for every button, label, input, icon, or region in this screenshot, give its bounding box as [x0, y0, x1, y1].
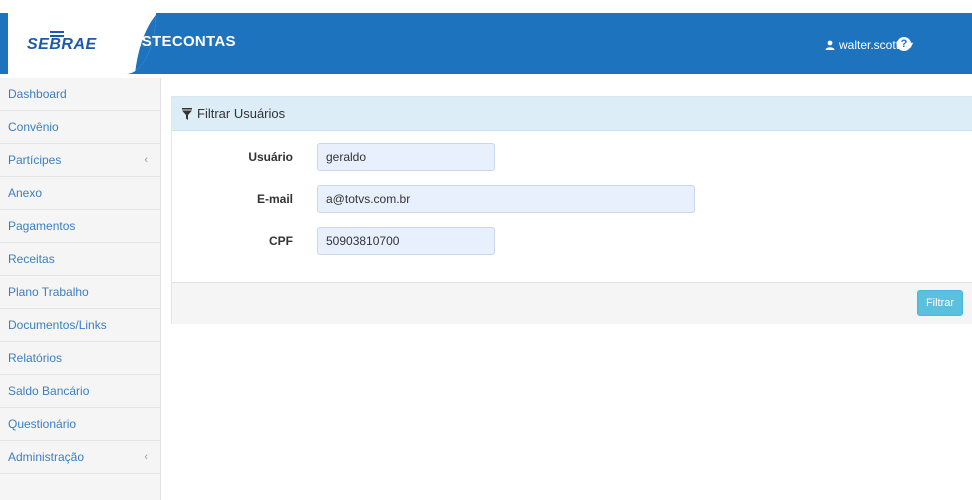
sidebar-item-questionario[interactable]: Questionário [0, 408, 160, 441]
sidebar-item-dashboard[interactable]: Dashboard [0, 78, 160, 111]
cpf-label: CPF [269, 234, 293, 248]
sidebar-item-label: Relatórios [8, 351, 63, 365]
filter-icon [182, 107, 192, 120]
email-row: E-mail [172, 185, 695, 213]
panel-footer: Filtrar [172, 282, 972, 324]
help-icon[interactable]: ? [897, 37, 911, 51]
sidebar-item-plano-trabalho[interactable]: Plano Trabalho [0, 276, 160, 309]
sidebar-item-label: Pagamentos [8, 219, 76, 233]
sidebar-item-label: Anexo [8, 186, 43, 200]
sidebar-item-anexo[interactable]: Anexo [0, 177, 160, 210]
top-navbar: SEBRAE PRESTECONTAS walter.scott ▼ ? [0, 13, 972, 74]
chevron-left-icon: ‹ [144, 451, 148, 463]
sidebar-item-convenio[interactable]: Convênio [0, 111, 160, 144]
email-label: E-mail [256, 192, 293, 206]
sebrae-logo[interactable]: SEBRAE [27, 27, 97, 63]
filter-panel: Filtrar Usuários Usuário E-mail CPF Filt… [171, 96, 972, 324]
email-input[interactable] [317, 185, 695, 213]
sidebar-item-label: Plano Trabalho [8, 285, 89, 299]
panel-title: Filtrar Usuários [197, 106, 286, 121]
sidebar-item-label: Documentos/Links [8, 318, 107, 332]
username: walter.scott [839, 38, 900, 52]
sidebar-item-relatorios[interactable]: Relatórios [0, 342, 160, 375]
chevron-left-icon: ‹ [144, 154, 148, 166]
usuario-row: Usuário [172, 143, 495, 171]
user-icon [825, 40, 835, 50]
panel-heading: Filtrar Usuários [172, 97, 972, 131]
sidebar: Dashboard Convênio Partícipes ‹ Anexo Pa… [0, 78, 161, 500]
sidebar-item-label: Convênio [8, 120, 59, 134]
sidebar-item-participes[interactable]: Partícipes ‹ [0, 144, 160, 177]
sidebar-item-label: Administração [8, 450, 85, 464]
logo-text: SEBRAE [27, 36, 97, 53]
app-title[interactable]: PRESTECONTAS [110, 33, 236, 50]
sidebar-item-label: Questionário [8, 417, 77, 431]
usuario-input[interactable] [317, 143, 495, 171]
sidebar-item-administracao[interactable]: Administração ‹ [0, 441, 160, 474]
sidebar-item-label: Partícipes [8, 153, 62, 167]
cpf-row: CPF [172, 227, 495, 255]
sidebar-item-receitas[interactable]: Receitas [0, 243, 160, 276]
usuario-label: Usuário [248, 150, 293, 164]
sidebar-item-saldo-bancario[interactable]: Saldo Bancário [0, 375, 160, 408]
filter-button[interactable]: Filtrar [917, 290, 963, 316]
sidebar-item-documentos-links[interactable]: Documentos/Links [0, 309, 160, 342]
sidebar-item-label: Saldo Bancário [8, 384, 90, 398]
sidebar-item-label: Dashboard [8, 87, 67, 101]
sidebar-item-label: Receitas [8, 252, 55, 266]
cpf-input[interactable] [317, 227, 495, 255]
sidebar-item-pagamentos[interactable]: Pagamentos [0, 210, 160, 243]
